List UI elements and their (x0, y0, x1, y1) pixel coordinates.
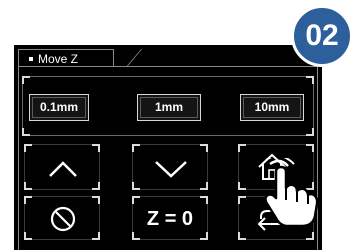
step-10mm-label: 10mm (254, 100, 290, 114)
chevron-down-icon (155, 161, 187, 178)
move-up-button[interactable] (24, 144, 100, 190)
chevron-up-icon (49, 161, 77, 177)
step-1mm-button[interactable]: 1mm (137, 94, 201, 121)
step-0-1mm-button[interactable]: 0.1mm (29, 94, 89, 121)
step-number-label: 02 (305, 19, 339, 52)
panel-title-tab: Move Z (18, 49, 114, 67)
set-z-zero-button[interactable]: Z = 0 (132, 196, 208, 240)
title-bullet (29, 56, 33, 61)
step-10mm-button[interactable]: 10mm (240, 94, 304, 121)
panel-title: Move Z (38, 52, 79, 66)
step-0-1mm-label: 0.1mm (39, 100, 79, 114)
step-1mm-label: 1mm (154, 100, 183, 114)
stop-circle-icon (50, 206, 76, 232)
tap-hand-icon (264, 158, 319, 228)
step-number-badge: 02 (291, 5, 350, 67)
set-z-zero-label: Z = 0 (146, 208, 194, 230)
stop-button[interactable] (24, 196, 100, 240)
move-down-button[interactable] (132, 144, 208, 190)
